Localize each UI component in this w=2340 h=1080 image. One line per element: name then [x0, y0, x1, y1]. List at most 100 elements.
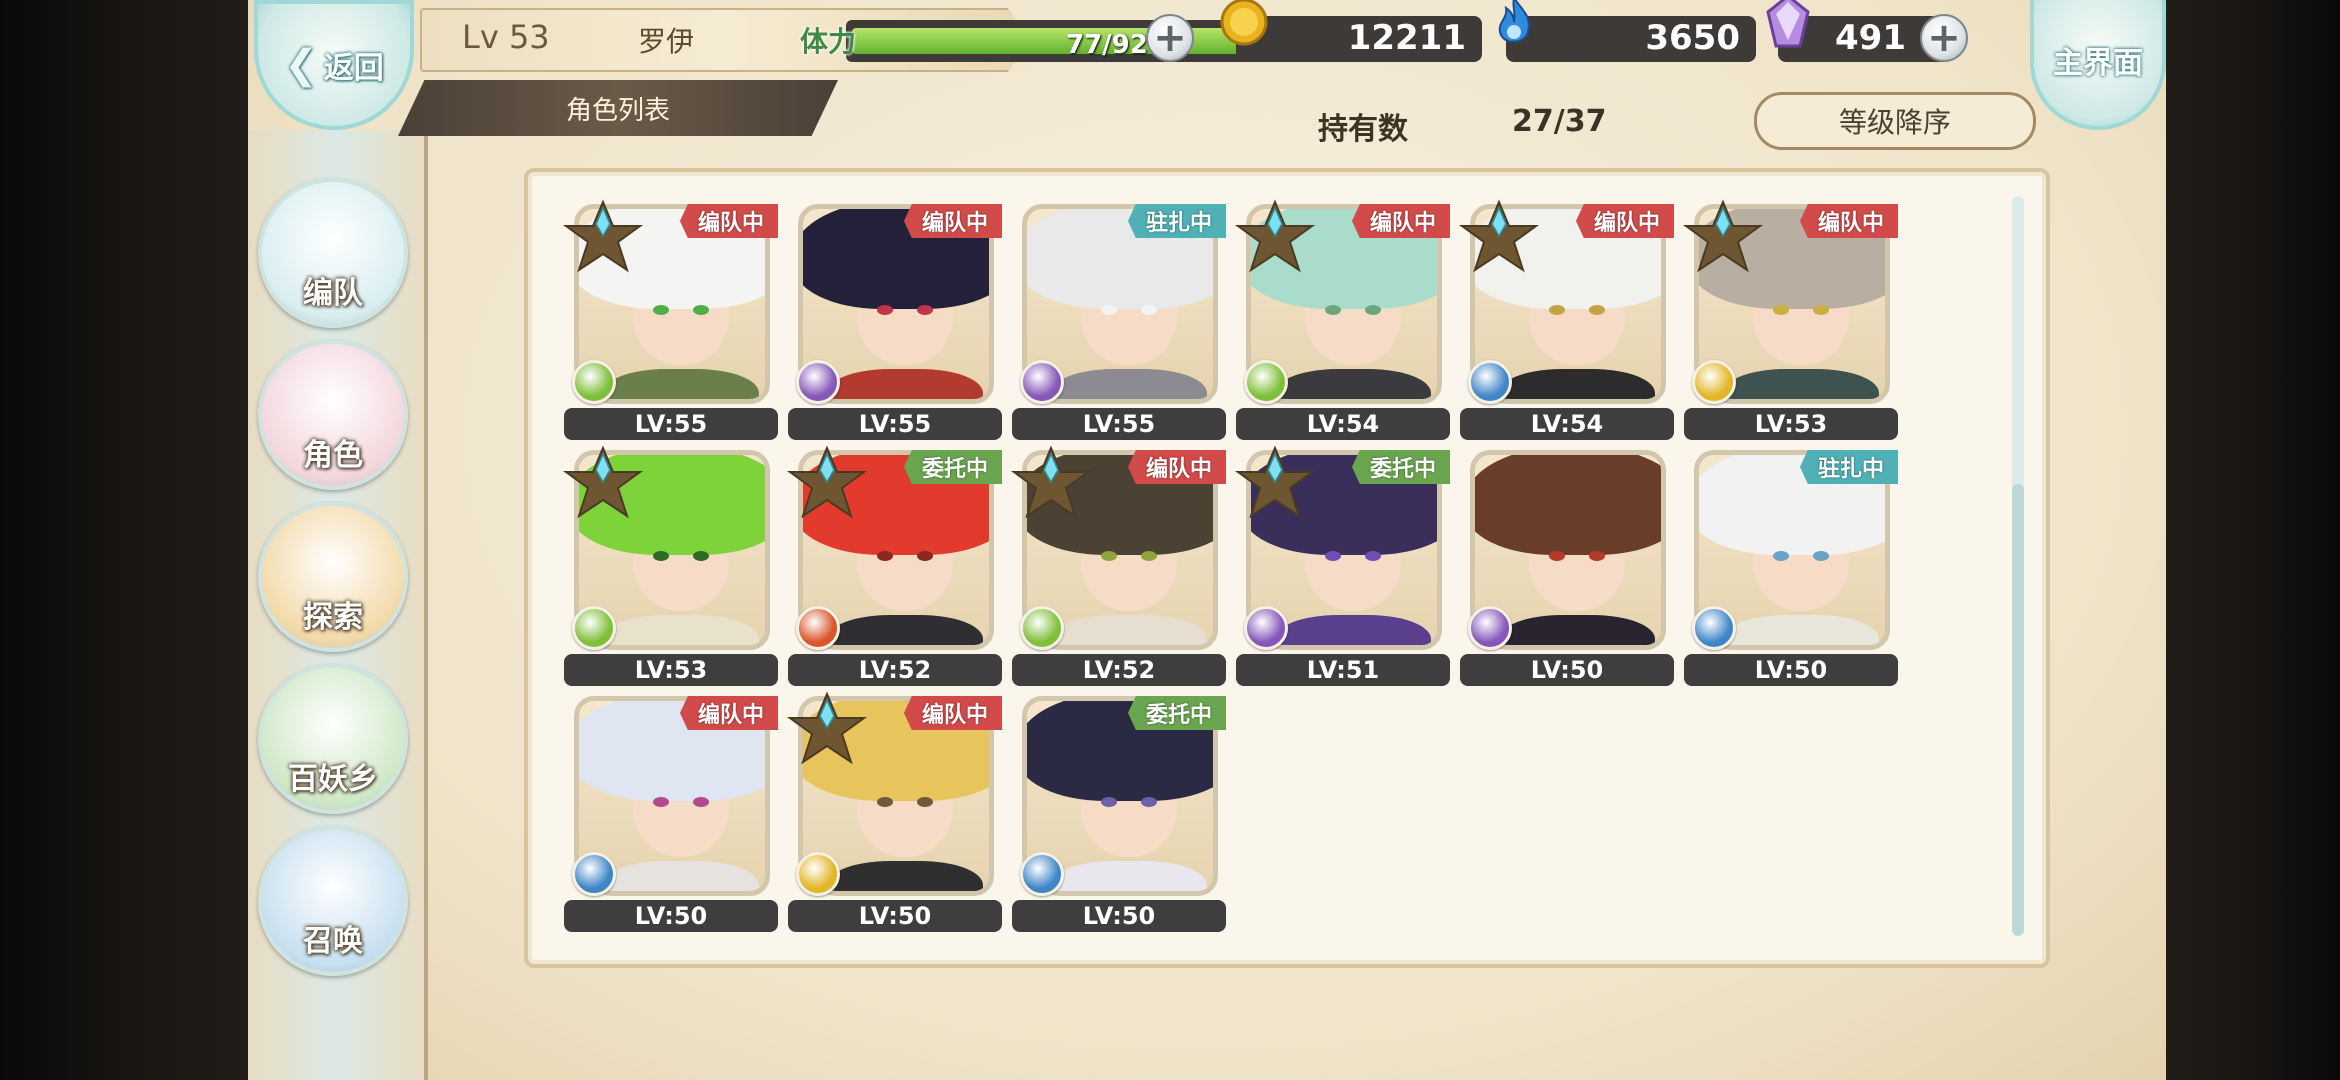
tab-character-list: 角色列表 [398, 80, 838, 136]
character-level: LV:50 [1012, 900, 1226, 932]
status-tag: 编队中 [1351, 204, 1450, 238]
nav-team-label: 编队 [303, 276, 363, 311]
game-screen: ❮ 返回 Lv 53 罗伊 角色列表 体力 77/92 + 12211 3650… [248, 0, 2166, 1080]
rank-star-icon [1010, 445, 1092, 519]
nav-explore-button[interactable]: 探索 [258, 502, 408, 652]
status-tag: 编队中 [1799, 204, 1898, 238]
water-element-icon [572, 852, 616, 896]
rank-star-icon [1234, 445, 1316, 519]
character-level: LV:50 [1684, 654, 1898, 686]
character-card[interactable]: 委托中 LV:50 [1012, 692, 1226, 932]
water-element-icon [1692, 606, 1736, 650]
crystal-amount: 491 [1835, 18, 1906, 58]
sort-button[interactable]: 等级降序 [1754, 92, 2036, 150]
back-button[interactable]: ❮ 返回 [254, 0, 414, 130]
character-card[interactable]: 编队中 LV:54 [1234, 199, 1450, 440]
character-card[interactable]: 编队中 LV:55 [562, 199, 778, 440]
character-level: LV:54 [1236, 408, 1450, 440]
nav-team-button[interactable]: 编队 [258, 178, 408, 328]
character-card[interactable]: LV:53 [562, 445, 778, 686]
nav-characters-button[interactable]: 角色 [258, 340, 408, 490]
list-scroll-thumb[interactable] [2012, 484, 2024, 936]
crystal-icon [1766, 0, 1810, 48]
status-tag: 委托中 [1351, 450, 1450, 484]
rank-star-icon [786, 691, 868, 765]
nav-village-button[interactable]: 百妖乡 [258, 664, 408, 814]
character-level: LV:53 [564, 654, 778, 686]
character-level: LV:50 [564, 900, 778, 932]
nav-explore-label: 探索 [303, 600, 363, 635]
owned-label: 持有数 [1318, 112, 1408, 147]
back-label: 返回 [323, 51, 384, 86]
stamina-value: 77/92 [1066, 30, 1148, 60]
status-tag: 编队中 [679, 696, 778, 730]
character-card[interactable]: 委托中 LV:52 [786, 445, 1002, 686]
home-label: 主界面 [2053, 46, 2143, 81]
soul-fire-display: 3650 [1506, 16, 1756, 62]
status-tag: 编队中 [903, 696, 1002, 730]
character-level: LV:55 [1012, 408, 1226, 440]
character-card[interactable]: 委托中 LV:51 [1234, 445, 1450, 686]
character-card[interactable]: 编队中 LV:52 [1010, 445, 1226, 686]
gold-amount: 12211 [1347, 18, 1466, 58]
character-card[interactable]: 驻扎中 LV:50 [1684, 446, 1898, 686]
water-element-icon [1020, 852, 1064, 896]
nav-summon-label: 召唤 [303, 924, 363, 959]
tab-character-list-label: 角色列表 [565, 95, 670, 126]
status-tag: 驻扎中 [1799, 450, 1898, 484]
player-name: 罗伊 [638, 25, 695, 58]
player-level: Lv 53 [462, 18, 550, 56]
dark-element-icon [1020, 360, 1064, 404]
add-stamina-button[interactable]: + [1146, 14, 1194, 62]
wind-element-icon [1020, 606, 1064, 650]
character-level: LV:52 [1012, 654, 1226, 686]
character-card[interactable]: 编队中 LV:54 [1458, 199, 1674, 440]
fire-element-icon [796, 606, 840, 650]
rank-star-icon [562, 445, 644, 519]
status-tag: 编队中 [679, 204, 778, 238]
status-tag: 编队中 [903, 204, 1002, 238]
character-level: LV:53 [1684, 408, 1898, 440]
rank-star-icon [1234, 199, 1316, 273]
character-card[interactable]: 驻扎中 LV:55 [1012, 200, 1226, 440]
nav-characters-label: 角色 [303, 438, 363, 473]
left-letterbox [0, 0, 248, 1080]
character-card[interactable]: 编队中 LV:55 [788, 200, 1002, 440]
stamina-label: 体力 [800, 25, 857, 58]
gold-coin-icon [1220, 0, 1268, 46]
rank-star-icon [562, 199, 644, 273]
character-card[interactable]: LV:50 [1460, 446, 1674, 686]
home-button[interactable]: 主界面 [2030, 0, 2166, 130]
add-crystal-button[interactable]: + [1920, 14, 1968, 62]
status-tag: 编队中 [1127, 450, 1226, 484]
character-level: LV:50 [1460, 654, 1674, 686]
character-level: LV:51 [1236, 654, 1450, 686]
dark-element-icon [796, 360, 840, 404]
character-card[interactable]: 编队中 LV:50 [786, 691, 1002, 932]
rank-star-icon [786, 445, 868, 519]
nav-summon-button[interactable]: 召唤 [258, 826, 408, 976]
gold-display: 12211 [1236, 16, 1482, 62]
blue-flame-icon [1498, 0, 1530, 43]
rank-star-icon [1458, 199, 1540, 273]
character-card[interactable]: 编队中 LV:50 [564, 692, 778, 932]
light-element-icon [1692, 360, 1736, 404]
status-tag: 委托中 [1127, 696, 1226, 730]
status-tag: 驻扎中 [1127, 204, 1226, 238]
rank-star-icon [1682, 199, 1764, 273]
soul-fire-amount: 3650 [1645, 18, 1740, 58]
status-tag: 编队中 [1575, 204, 1674, 238]
light-element-icon [796, 852, 840, 896]
owned-count: 27/37 [1512, 104, 1607, 139]
dark-element-icon [1468, 606, 1512, 650]
character-level: LV:55 [564, 408, 778, 440]
wind-element-icon [1244, 360, 1288, 404]
status-tag: 委托中 [903, 450, 1002, 484]
nav-village-label: 百妖乡 [288, 762, 378, 797]
character-level: LV:54 [1460, 408, 1674, 440]
character-level: LV:50 [788, 900, 1002, 932]
character-card[interactable]: 编队中 LV:53 [1682, 199, 1898, 440]
character-level: LV:52 [788, 654, 1002, 686]
sort-label: 等级降序 [1838, 106, 1951, 139]
character-level: LV:55 [788, 408, 1002, 440]
